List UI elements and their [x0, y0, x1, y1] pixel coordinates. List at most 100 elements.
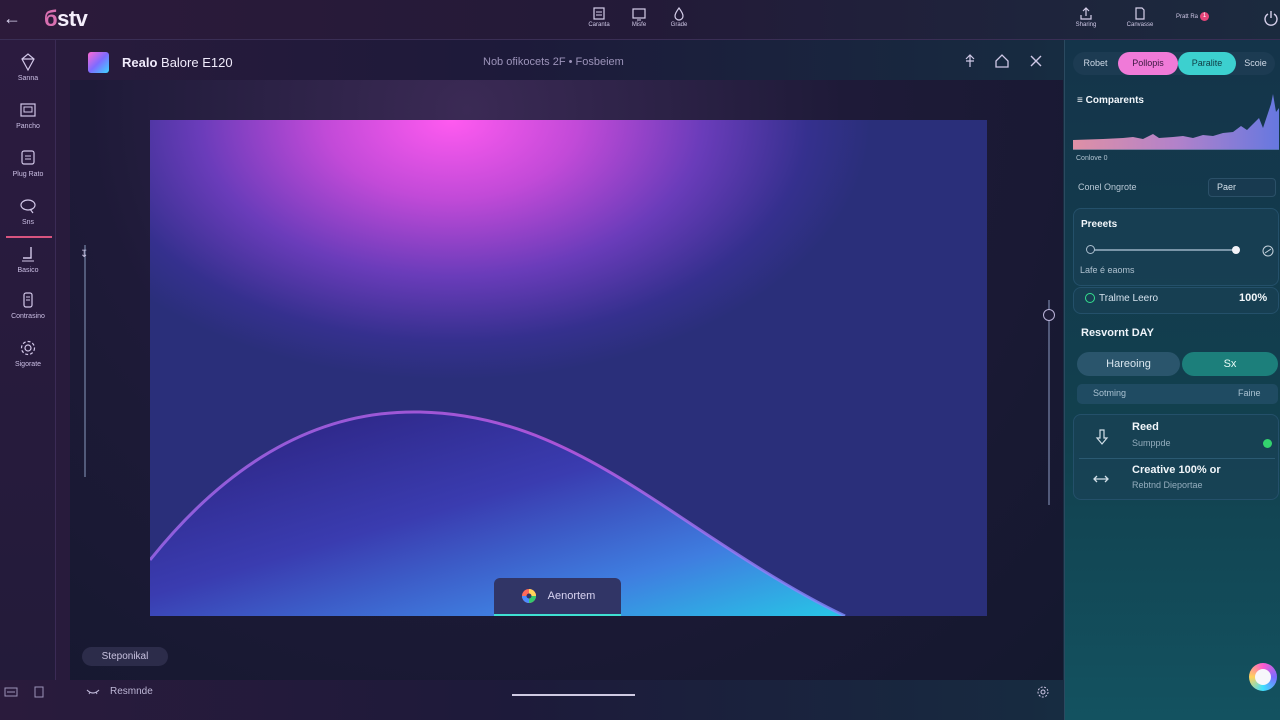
pin-icon[interactable]: [962, 53, 978, 69]
list-item-subtitle: Rebtnd Dieportae: [1132, 480, 1203, 490]
sidebar-item-label: Basico: [17, 267, 39, 274]
sidebar-item-sigorate[interactable]: Sigorate: [0, 338, 56, 368]
drop-icon: [674, 6, 684, 21]
timeline-label: Tralme Leero: [1099, 293, 1159, 304]
tab-robet[interactable]: Robet: [1073, 52, 1118, 75]
sidebar-item-label: Sanna: [17, 75, 39, 82]
toolbar-button-label: Caranta: [588, 22, 610, 28]
toolbar-right: Sharing Canvasse Pratt Ra 1: [1068, 6, 1222, 28]
presets-slider-track[interactable]: [1089, 249, 1239, 251]
divider: [1079, 458, 1275, 459]
settings-gear-icon[interactable]: [1036, 685, 1050, 699]
notification-badge: 1: [1200, 12, 1210, 21]
status-dot: [1263, 439, 1272, 448]
toolbar-center: Caranta Misfe Grade: [585, 6, 693, 28]
toolbar-button-pratt[interactable]: Pratt Ra 1: [1176, 6, 1222, 21]
timeline-scrubber[interactable]: [512, 694, 635, 696]
arrows-horizontal-icon: [1093, 475, 1109, 483]
left-vertical-slider[interactable]: [84, 245, 86, 477]
segment-sx[interactable]: Sx: [1182, 352, 1278, 376]
bottom-status-label: Resmnde: [110, 686, 153, 697]
right-slider-knob[interactable]: [1043, 309, 1055, 321]
canvas-artwork: [150, 410, 846, 616]
sidebar-item-label: Sns: [21, 219, 35, 226]
close-icon[interactable]: [1028, 53, 1044, 69]
list-item-title[interactable]: Reed: [1132, 421, 1159, 433]
toolbar-button-sharing[interactable]: Sharing: [1068, 6, 1104, 28]
reset-icon[interactable]: [1262, 245, 1274, 257]
panel-tabs: Robet Pollopis Paralite Scoie: [1073, 52, 1275, 75]
toolbar-button-misfe[interactable]: Misfe: [625, 6, 653, 28]
pen-icon: [22, 247, 34, 262]
presets-title: Preeets: [1081, 219, 1118, 230]
sidebar-item-sns[interactable]: Sns: [0, 196, 56, 226]
section-title: Resvornt DAY: [1081, 327, 1154, 339]
app-logo: бstv: [44, 6, 88, 31]
presets-slider-knob[interactable]: [1232, 246, 1240, 254]
left-sidebar: Sanna Pancho Plug Rato Sns Basico Contra…: [0, 40, 56, 680]
setting-value: Faine: [1238, 388, 1261, 398]
toolbar-button-label: Grade: [670, 22, 688, 28]
assistant-orb-icon[interactable]: [1249, 663, 1277, 691]
back-arrow-icon[interactable]: ←: [2, 8, 22, 29]
canvas-action-label: Aenortem: [547, 590, 596, 602]
keyboard-icon[interactable]: [4, 686, 18, 698]
bottom-status: Resmnde: [86, 686, 153, 697]
sidebar-item-basico[interactable]: Basico: [0, 236, 56, 274]
toolbar-button-canvasse[interactable]: Canvasse: [1122, 6, 1158, 28]
document-subtitle: Nob ofikocets 2F • Fosbeiem: [483, 56, 624, 68]
download-icon: [1095, 429, 1109, 445]
sidebar-item-label: Plug Rato: [12, 171, 44, 178]
dropdown-label: Conel Ongrote: [1078, 182, 1137, 192]
stack-icon: [21, 150, 35, 165]
setting-label: Sotming: [1093, 388, 1127, 398]
right-vertical-slider[interactable]: [1048, 300, 1050, 505]
layers-icon: [593, 7, 605, 20]
sidebar-item-label: Contrasino: [11, 313, 45, 320]
note-icon[interactable]: [32, 686, 46, 698]
app-window: ← бstv Caranta Misfe Grade Sharing Canva…: [0, 0, 1280, 720]
image-icon: [20, 103, 36, 117]
toolbar-button-label: Pratt Ra: [1176, 13, 1199, 20]
toolbar-button-caranta[interactable]: Caranta: [585, 6, 613, 28]
sidebar-item-pancho[interactable]: Pancho: [0, 100, 56, 130]
circle-icon: [1085, 293, 1095, 303]
document-title: Realo Balore E120: [122, 55, 233, 70]
presets-slider-start[interactable]: [1086, 245, 1095, 254]
components-subtitle: Conlove 0: [1076, 155, 1108, 162]
tab-scoie[interactable]: Scoie: [1236, 52, 1275, 75]
sidebar-item-sanna[interactable]: Sanna: [0, 52, 56, 82]
components-title: ≡ Comparents: [1077, 95, 1144, 106]
segment-hareoing[interactable]: Hareoing: [1077, 352, 1180, 376]
list-item-title[interactable]: Creative 100% or: [1132, 464, 1221, 476]
presets-subtitle: Lafe é eaoms: [1080, 265, 1135, 275]
list-item-subtitle: Sumppde: [1132, 438, 1171, 448]
monitor-icon: [632, 8, 646, 21]
toolbar-button-grade[interactable]: Grade: [665, 6, 693, 28]
dropdown-select[interactable]: Paer: [1208, 178, 1276, 197]
sidebar-item-label: Sigorate: [14, 361, 42, 368]
top-bar: ← бstv Caranta Misfe Grade Sharing Canva…: [0, 0, 1280, 40]
power-icon[interactable]: [1262, 9, 1280, 27]
sidebar-item-contrasino[interactable]: Contrasino: [0, 290, 56, 320]
share-icon: [1080, 7, 1092, 20]
eye-icon[interactable]: [86, 687, 100, 697]
lasso-icon: [20, 199, 36, 214]
home-icon[interactable]: [994, 53, 1010, 69]
canvas-action-button[interactable]: Aenortem: [494, 578, 621, 616]
gear-icon: [20, 340, 36, 356]
toolbar-button-label: Canvasse: [1126, 22, 1154, 28]
timeline-value: 100%: [1239, 292, 1268, 304]
slider-handle-icon[interactable]: ↧: [80, 249, 88, 260]
tab-pollopis[interactable]: Pollopis: [1118, 52, 1178, 75]
sidebar-item-label: Pancho: [16, 123, 40, 130]
status-pill[interactable]: Steponikal: [82, 647, 168, 666]
toolbar-button-label: Sharing: [1075, 22, 1097, 28]
image-canvas[interactable]: [150, 120, 987, 616]
sidebar-item-plug-rato[interactable]: Plug Rato: [0, 148, 56, 178]
diamond-icon: [21, 53, 35, 72]
tab-paralite[interactable]: Paralite: [1178, 52, 1236, 75]
rail-bottom-icons: [4, 686, 46, 698]
document-icon: [1135, 7, 1145, 20]
document-thumbnail-icon: [88, 52, 109, 73]
